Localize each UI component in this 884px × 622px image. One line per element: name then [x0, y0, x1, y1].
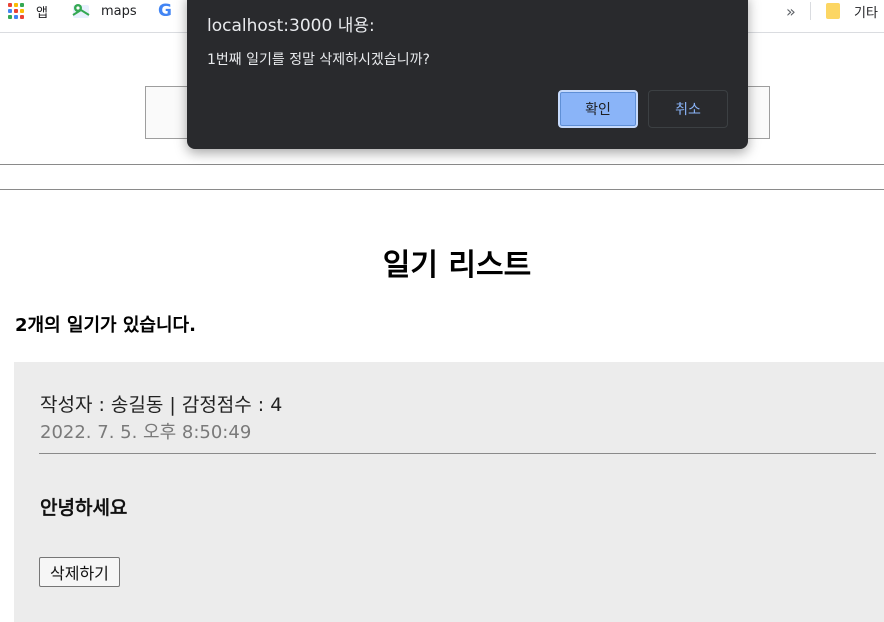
confirm-button[interactable]: 확인 [558, 90, 638, 128]
diary-item-divider [39, 453, 876, 454]
delete-button[interactable]: 삭제하기 [39, 557, 120, 587]
confirm-dialog: localhost:3000 내용: 1번째 일기를 정말 삭제하시겠습니까? … [187, 0, 748, 149]
section-divider-bottom [0, 189, 884, 190]
dialog-title: localhost:3000 내용: [207, 16, 375, 36]
diary-item-date: 2022. 7. 5. 오후 8:50:49 [40, 422, 252, 443]
diary-item: 작성자 : 송길동 | 감정점수 : 4 2022. 7. 5. 오후 8:50… [14, 362, 884, 622]
diary-count-text: 2개의 일기가 있습니다. [15, 315, 196, 336]
bookmark-maps[interactable]: maps [72, 0, 137, 22]
apps-grid-icon [8, 3, 24, 19]
dialog-message: 1번째 일기를 정말 삭제하시겠습니까? [207, 52, 430, 68]
section-divider-top [0, 164, 884, 165]
bookmark-apps[interactable]: 앱 [8, 0, 48, 22]
bookmarks-divider [810, 2, 811, 20]
diary-item-content: 안녕하세요 [40, 497, 128, 519]
bookmark-folder-label: 기타 [854, 5, 878, 21]
google-icon: G [158, 1, 172, 21]
cancel-button[interactable]: 취소 [648, 90, 728, 128]
diary-item-info: 작성자 : 송길동 | 감정점수 : 4 [40, 394, 283, 416]
bookmark-apps-label: 앱 [36, 5, 48, 21]
bookmark-folder-other[interactable]: 기타 [826, 0, 878, 22]
maps-icon [72, 2, 90, 20]
page-title: 일기 리스트 [382, 248, 532, 283]
bookmark-google[interactable]: G [158, 0, 172, 22]
bookmark-maps-label: maps [101, 3, 137, 19]
bookmarks-overflow[interactable]: » [786, 0, 796, 22]
more-bookmarks-chevron-icon: » [786, 1, 796, 21]
folder-icon [826, 3, 840, 19]
